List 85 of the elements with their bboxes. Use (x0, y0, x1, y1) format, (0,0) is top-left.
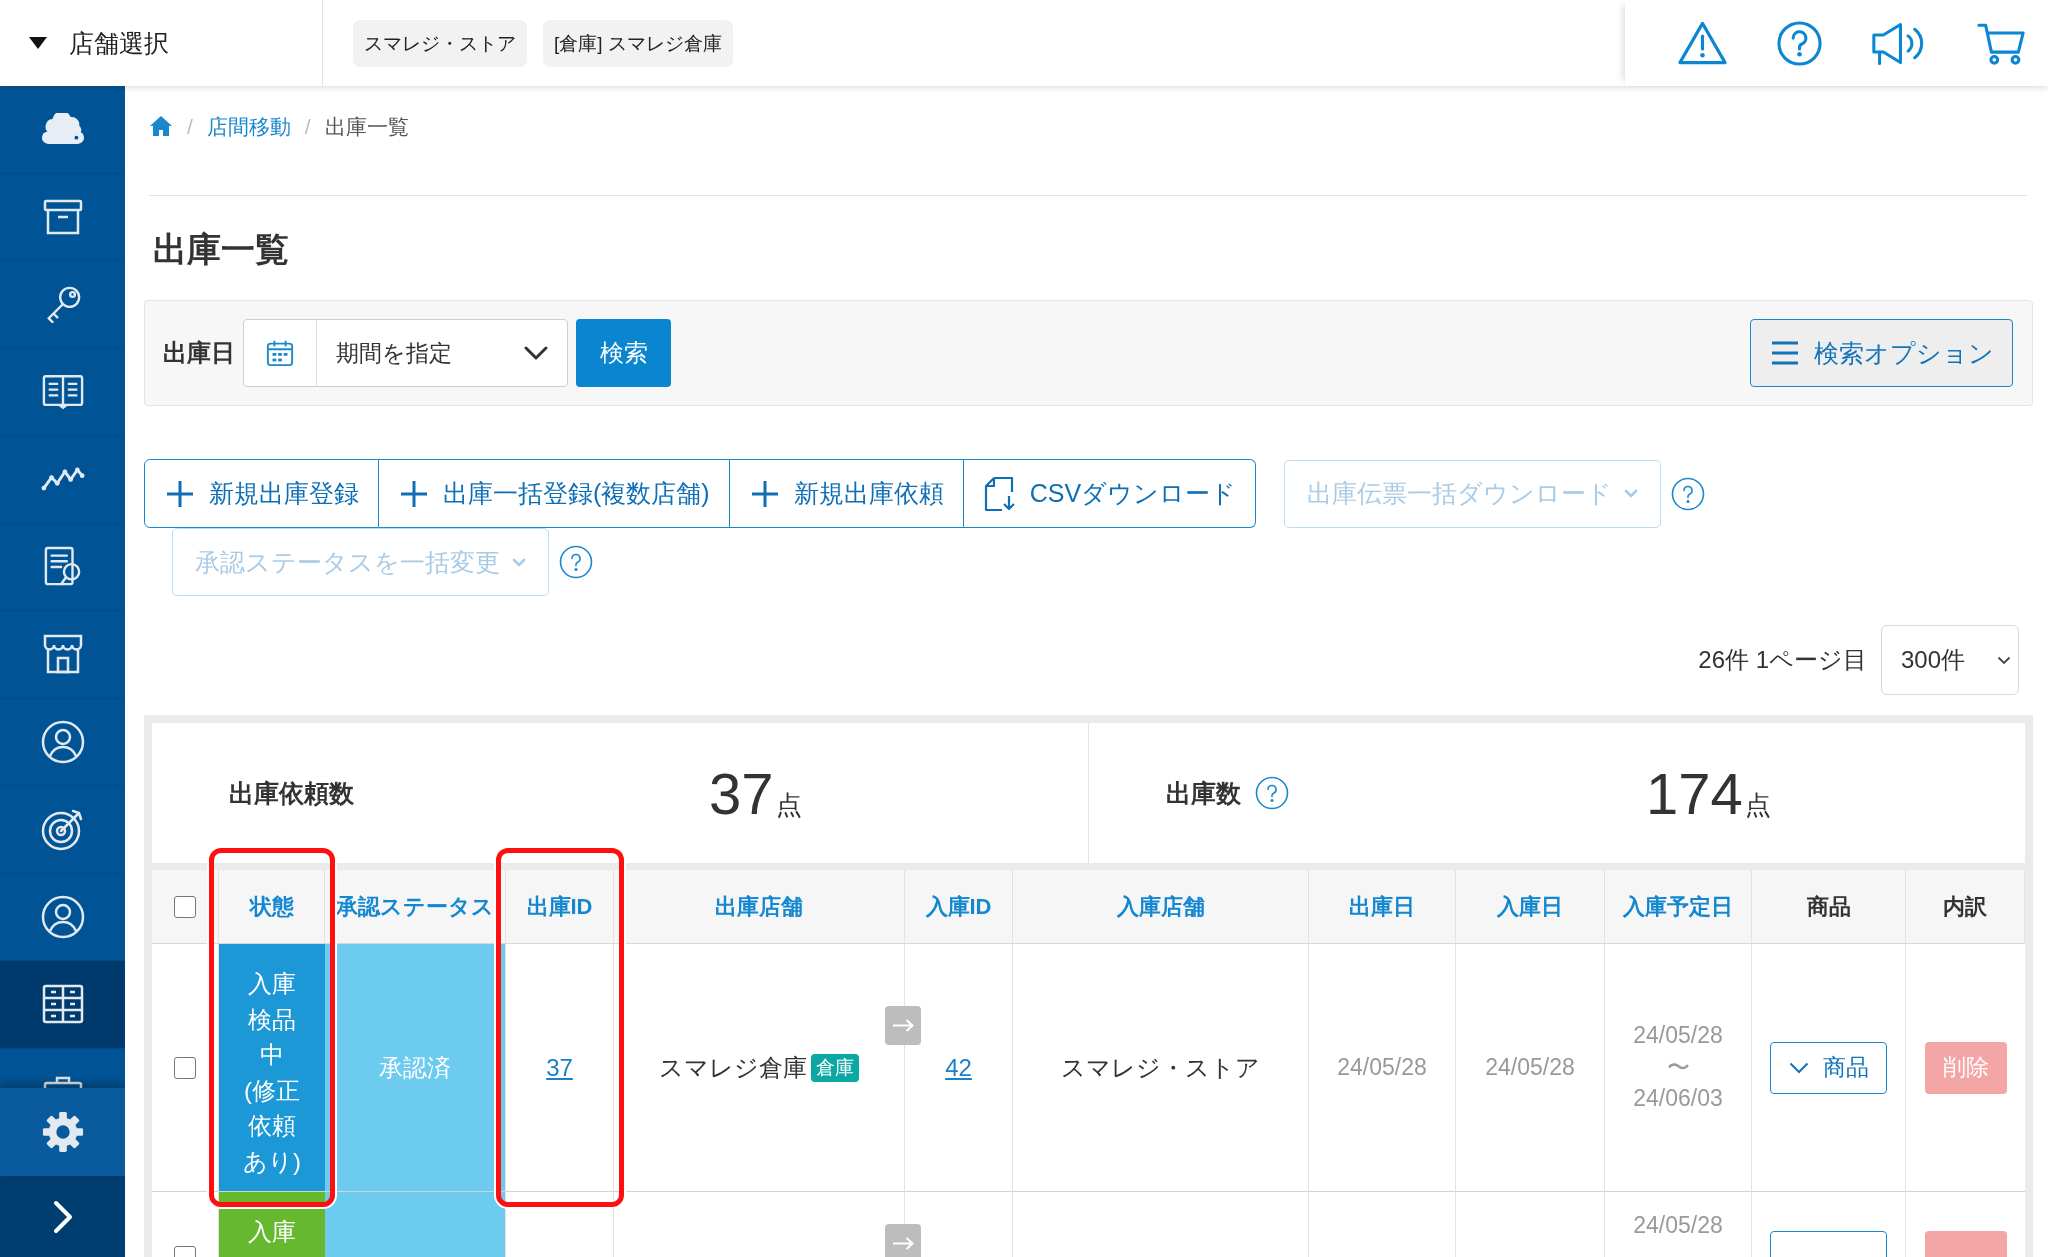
status-note: (修正依頼あり) (242, 1075, 302, 1177)
count-unit: 点 (1744, 788, 1771, 822)
chevron-down-icon (1997, 655, 2011, 665)
period-select[interactable]: 期間を指定 (243, 319, 568, 387)
status-label: 入庫検品中 (247, 969, 297, 1070)
action-button[interactable]: 出庫一括登録(複数店舗) (379, 459, 730, 528)
action-button[interactable]: CSVダウンロード (963, 459, 1257, 528)
column-header[interactable]: 状態 (219, 870, 325, 944)
shipment-id-link[interactable]: 37 (546, 1053, 573, 1082)
summary-label: 出庫数 (1166, 777, 1241, 809)
action-button[interactable]: 新規出庫依頼 (729, 459, 964, 528)
settings-icon (41, 1111, 84, 1153)
arrow-right-icon (885, 1005, 921, 1045)
column-header[interactable]: 出庫ID (506, 870, 614, 944)
breadcrumb-separator: / (187, 114, 193, 140)
store-chip: スマレジ・ストア (353, 19, 527, 67)
expand-sidebar-button[interactable] (0, 1176, 125, 1257)
select-all-checkbox[interactable] (174, 895, 196, 918)
caret-down-icon (29, 37, 47, 49)
page-size-select[interactable]: 300件 (1881, 625, 2019, 695)
help-icon[interactable] (1777, 20, 1822, 66)
chevron-down-icon (512, 557, 526, 567)
approval-cell: 承認済 (325, 944, 506, 1192)
search-options-button[interactable]: 検索オプション (1750, 319, 2013, 387)
breadcrumb-current: 出庫一覧 (324, 114, 409, 140)
line-chart-icon (40, 466, 85, 493)
breadcrumb-link[interactable]: 店間移動 (206, 112, 291, 142)
column-header[interactable]: 入庫店舗 (1013, 870, 1309, 944)
status-label: 入庫 (248, 1217, 296, 1247)
column-header[interactable]: 出庫店舗 (614, 870, 905, 944)
calendar-icon (266, 339, 294, 367)
column-header: 商品 (1752, 870, 1906, 944)
grid-icon (41, 984, 84, 1025)
plus-icon (165, 478, 195, 509)
summary-label: 出庫依頼数 (229, 777, 354, 809)
date-text: 24/05/28 (1633, 1210, 1723, 1240)
user-circle-icon (40, 894, 85, 939)
menu-icon (1769, 340, 1800, 366)
cloud-icon (39, 112, 86, 146)
archive-box-icon (42, 198, 83, 235)
table-cell: スマレジ・ストア (1013, 944, 1309, 1192)
table-cell: 24/05/28 (1456, 944, 1605, 1192)
chevron-down-icon (1624, 489, 1639, 498)
column-header[interactable]: 入庫日 (1456, 870, 1605, 944)
breadcrumb-separator: / (304, 114, 311, 140)
warehouse-tag: 倉庫 (811, 1053, 859, 1082)
action-button[interactable]: 新規出庫登録 (144, 459, 379, 528)
document-magnifier-icon (43, 545, 82, 588)
document-download-icon (983, 475, 1016, 512)
range-separator: 〜 (1666, 1052, 1690, 1082)
row-checkbox[interactable] (174, 1056, 196, 1079)
column-header: 内訳 (1906, 870, 2025, 944)
settings-button[interactable] (0, 1088, 125, 1176)
store-chip: [倉庫] スマレジ倉庫 (543, 19, 733, 67)
store-icon (42, 634, 83, 675)
plus-icon (749, 478, 780, 509)
column-header[interactable]: 出庫日 (1309, 870, 1456, 944)
page-title: 出庫一覧 (153, 229, 289, 269)
user-circle-icon (40, 719, 85, 764)
plus-icon (399, 478, 429, 509)
chevron-right-icon (52, 1199, 73, 1234)
store-select-button[interactable]: 店舗選択 (29, 26, 169, 60)
chevron-down-icon (524, 346, 548, 360)
column-header[interactable]: 入庫ID (905, 870, 1013, 944)
home-icon[interactable] (149, 115, 173, 137)
book-icon (41, 373, 84, 410)
chevron-down-icon (1788, 1061, 1809, 1074)
target-icon (40, 807, 85, 852)
receipt-id-link[interactable]: 42 (945, 1053, 972, 1082)
sidebar-item[interactable] (0, 961, 125, 1049)
column-header[interactable]: 承認ステータス (325, 870, 506, 944)
date-text: 24/06/03 (1633, 1084, 1723, 1114)
search-button[interactable]: 検索 (576, 319, 671, 387)
count-value: 174 (1646, 759, 1743, 827)
store-name: スマレジ倉庫 (659, 1052, 807, 1083)
page-info: 26件 1ページ目 (1698, 645, 1867, 675)
products-button[interactable]: 商品 (1770, 1041, 1887, 1094)
warning-icon[interactable] (1677, 20, 1728, 66)
help-icon[interactable] (1255, 776, 1289, 810)
column-header[interactable]: 入庫予定日 (1605, 870, 1752, 944)
count-unit: 点 (775, 788, 802, 822)
count-value: 37 (709, 759, 774, 827)
date-text: 24/05/28 (1633, 1021, 1723, 1051)
field-label: 出庫日 (163, 338, 235, 368)
table-cell: 24/05/28 (1309, 944, 1456, 1192)
